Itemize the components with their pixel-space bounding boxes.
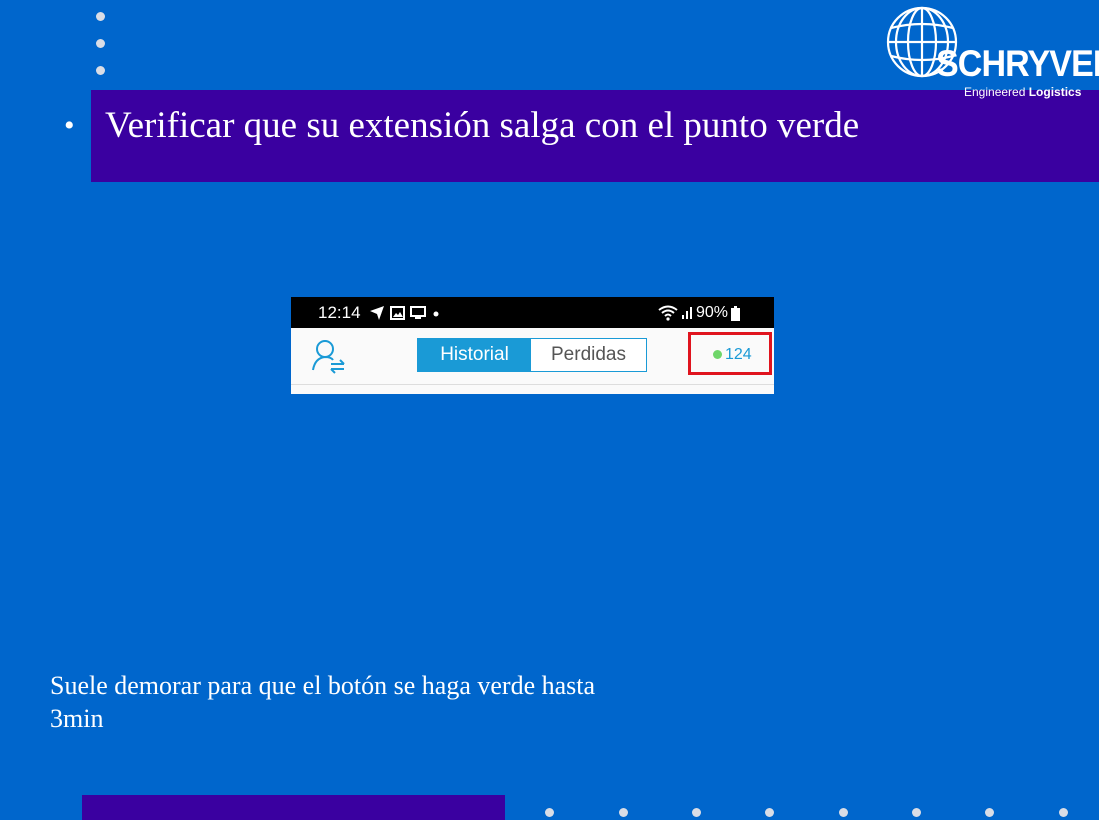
decorative-dot [96, 39, 105, 48]
status-time: 12:14 [318, 303, 361, 322]
logo-tagline: Engineered Logistics [964, 85, 1082, 99]
battery-icon [731, 305, 741, 321]
decorative-dot [912, 808, 921, 817]
screen-icon [410, 306, 426, 319]
app-bar: Historial Perdidas 124 [291, 328, 774, 385]
decorative-dot [1059, 808, 1068, 817]
decorative-dot [985, 808, 994, 817]
image-icon [390, 306, 405, 320]
wifi-icon [658, 305, 678, 321]
decorative-dot [545, 808, 554, 817]
status-right: 90% [658, 303, 741, 323]
bottom-band [82, 795, 505, 820]
status-icons [369, 305, 441, 321]
navigation-icon [370, 306, 384, 320]
slide-title: Verificar que su extensión salga con el … [105, 105, 860, 146]
title-bullet: • [64, 109, 75, 142]
signal-icon [682, 307, 692, 319]
footnote-text: Suele demorar para que el botón se haga … [50, 671, 596, 733]
tab-historial[interactable]: Historial [418, 339, 531, 371]
decorative-dot [96, 66, 105, 75]
tab-perdidas[interactable]: Perdidas [531, 339, 646, 371]
logo-wordmark: SCHRYVER [936, 43, 1099, 84]
company-logo: SCHRYVER Engineered Logistics [884, 4, 1099, 100]
decorative-dot [692, 808, 701, 817]
decorative-dot [619, 808, 628, 817]
online-status-dot [713, 350, 722, 359]
phone-screenshot: 12:14 90% Historial Perdidas 124 [291, 297, 774, 394]
decorative-dot [839, 808, 848, 817]
tab-group: Historial Perdidas [417, 338, 647, 372]
user-transfer-icon[interactable] [311, 338, 347, 374]
decorative-dot [96, 12, 105, 21]
dot-icon [433, 311, 439, 317]
extension-status-highlight[interactable]: 124 [688, 332, 772, 375]
status-bar: 12:14 90% [291, 297, 774, 328]
battery-percent: 90% [696, 304, 729, 321]
extension-number: 124 [725, 346, 752, 363]
decorative-dot [765, 808, 774, 817]
